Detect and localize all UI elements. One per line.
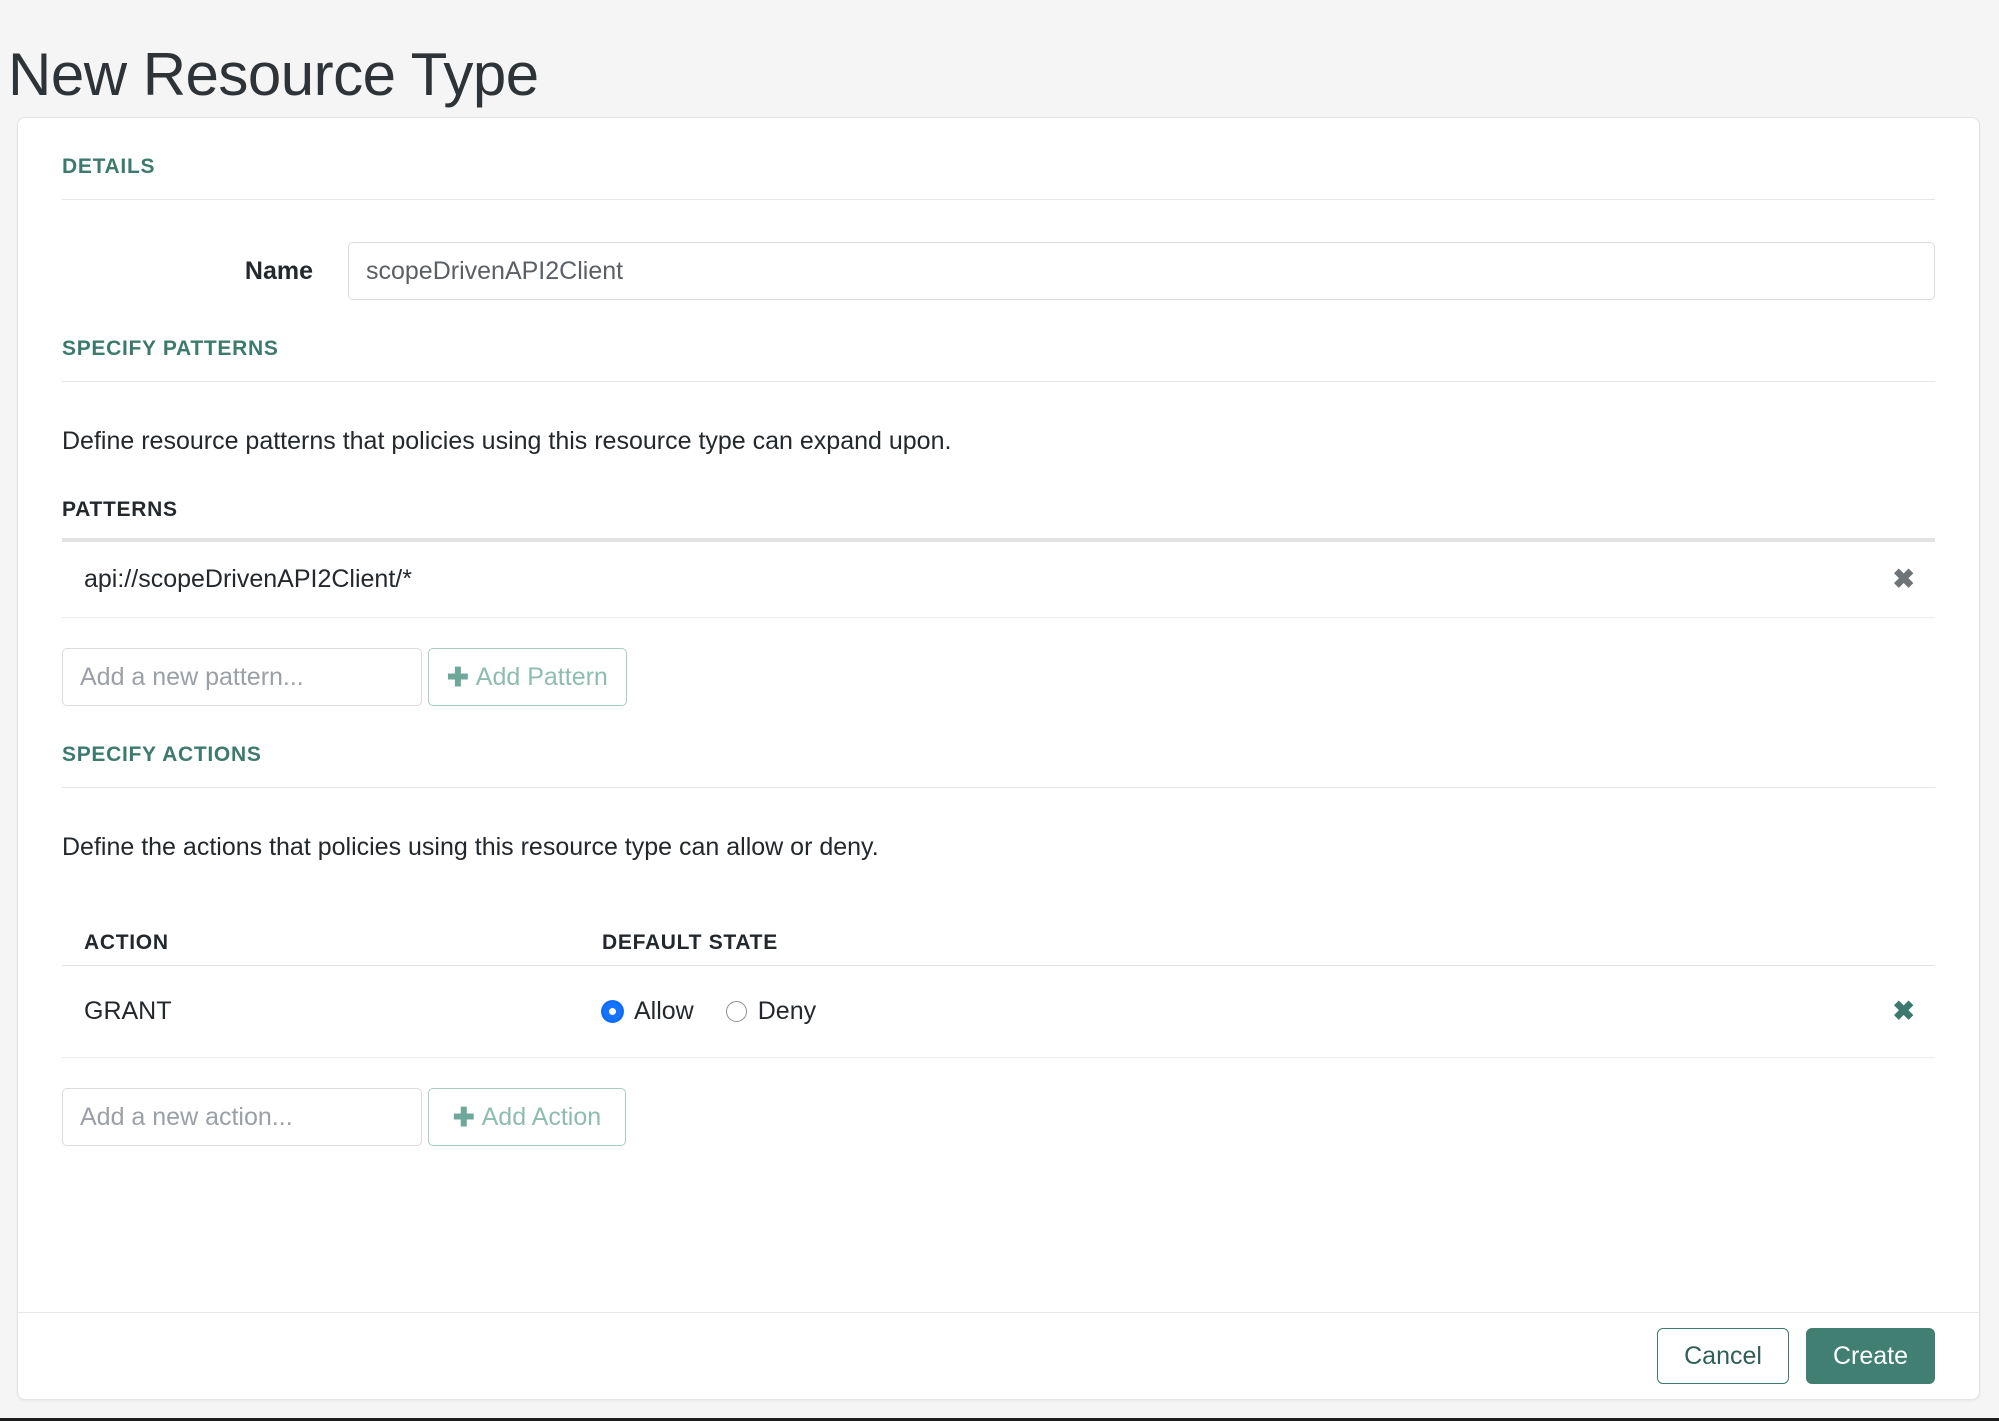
patterns-divider [62, 381, 1935, 382]
name-label: Name [244, 256, 313, 285]
radio-option-deny[interactable]: Deny [725, 997, 817, 1026]
details-section-heading: DETAILS [62, 155, 156, 178]
form-body: DETAILS Name SPECIFY PATTERNS Define res… [18, 118, 1979, 1314]
radio-deny-label: Deny [757, 997, 817, 1025]
form-footer: Cancel Create [18, 1312, 1979, 1399]
actions-section-heading: SPECIFY ACTIONS [62, 743, 262, 766]
add-pattern-button-label: Add Pattern [475, 662, 608, 691]
new-action-input[interactable] [62, 1088, 422, 1146]
add-pattern-button[interactable]: ✚ Add Pattern [428, 648, 627, 706]
add-pattern-row: ✚ Add Pattern [62, 648, 1935, 706]
column-header-action: ACTION [84, 931, 169, 954]
add-action-row: ✚ Add Action [62, 1088, 1935, 1146]
cancel-button[interactable]: Cancel [1657, 1328, 1789, 1384]
radio-allow-label: Allow [634, 997, 694, 1025]
create-button[interactable]: Create [1805, 1328, 1935, 1384]
radio-allow-icon[interactable] [602, 1001, 623, 1022]
remove-pattern-icon[interactable]: ✖ [1884, 566, 1923, 593]
remove-action-icon[interactable]: ✖ [1884, 998, 1923, 1025]
pattern-value: api://scopeDrivenAPI2Client/* [84, 565, 412, 593]
radio-deny-icon[interactable] [725, 1001, 747, 1022]
add-action-button[interactable]: ✚ Add Action [428, 1088, 626, 1146]
actions-table-header: ACTION DEFAULT STATE [62, 904, 1935, 966]
new-pattern-input[interactable] [62, 648, 422, 706]
table-row: GRANT Allow Deny ✖ [62, 966, 1935, 1058]
details-divider [62, 199, 1935, 200]
name-input[interactable] [348, 242, 1935, 300]
actions-divider [62, 787, 1935, 788]
new-resource-type-page: New Resource Type DETAILS Name SPECIFY P… [0, 0, 1999, 1421]
resource-type-form-card: DETAILS Name SPECIFY PATTERNS Define res… [17, 117, 1980, 1400]
plus-icon: ✚ [447, 661, 469, 692]
action-name: GRANT [84, 997, 172, 1025]
plus-icon: ✚ [452, 1101, 475, 1132]
patterns-section-heading: SPECIFY PATTERNS [62, 337, 279, 360]
column-header-default-state: DEFAULT STATE [602, 931, 778, 954]
table-row: api://scopeDrivenAPI2Client/* ✖ [62, 542, 1935, 618]
actions-description: Define the actions that policies using t… [62, 833, 879, 861]
default-state-radio-group: Allow Deny [602, 997, 816, 1026]
patterns-description: Define resource patterns that policies u… [62, 427, 952, 455]
name-field-row: Name [62, 242, 1935, 300]
radio-option-allow[interactable]: Allow [602, 997, 694, 1026]
page-title: New Resource Type [8, 41, 539, 109]
patterns-table-heading: PATTERNS [62, 498, 178, 521]
add-action-button-label: Add Action [481, 1102, 602, 1131]
